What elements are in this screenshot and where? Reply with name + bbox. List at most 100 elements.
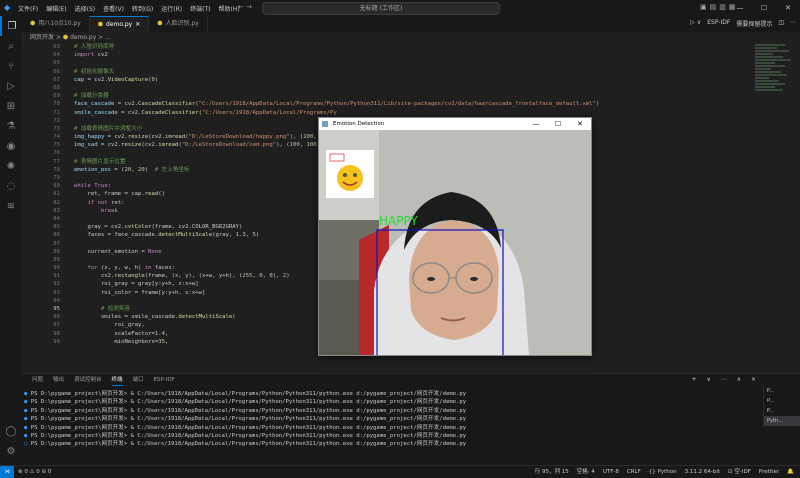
language-mode[interactable]: {} Python: [649, 466, 677, 478]
code-line[interactable]: 63 # 人脸识别库导: [22, 43, 762, 51]
line-number: 68: [53, 84, 60, 91]
code-text: import cv2: [74, 51, 108, 59]
code-token: faces:: [151, 265, 176, 272]
code-line[interactable]: 67 cap = cv2.VideoCapture(0): [22, 76, 762, 84]
tab-file-3[interactable]: ⬢ 人脸识别.py: [149, 16, 208, 32]
code-token: (cv2.: [148, 134, 165, 141]
panel-tab[interactable]: 输出: [53, 374, 64, 386]
maximize-icon[interactable]: ☐: [752, 0, 776, 16]
bottom-panel: 问题 输出 调试控制台 终端 端口 ESP-IDF + ∨ ⋯ ∧ × ● PS D:\p…: [22, 373, 800, 466]
panel-toolbar[interactable]: + ∨ ⋯ ∧ ×: [692, 376, 760, 383]
cv-close-icon[interactable]: ✕: [569, 118, 591, 130]
code-token: read: [144, 191, 159, 198]
line-number: 65: [53, 60, 60, 67]
menu-item[interactable]: 查看(V): [103, 6, 124, 13]
terminal-instance[interactable]: P...: [764, 386, 800, 396]
panel-tab[interactable]: 终端: [111, 374, 123, 386]
espidf-icon[interactable]: ✺: [0, 156, 22, 176]
source-control-icon[interactable]: ⑂: [0, 56, 22, 76]
settings-gear-icon[interactable]: ⚙: [0, 441, 22, 461]
panel-tab[interactable]: ESP-IDF: [154, 374, 175, 386]
esp-idf-status[interactable]: ⊡ 空-IDF: [728, 466, 751, 478]
line-ending[interactable]: CRLF: [627, 466, 641, 478]
code-token: ,: [245, 232, 253, 239]
terminal-instance[interactable]: Pyth...: [764, 416, 800, 426]
cursor-position[interactable]: 行 95，列 15: [535, 466, 569, 478]
code-token: roi_gray = gray[y:y+h, x:x+w]: [74, 281, 199, 288]
menu-item[interactable]: 文件(F): [18, 6, 38, 13]
extensions-icon[interactable]: ⊞: [0, 96, 22, 116]
cv-window-titlebar[interactable]: Emotion Detection — ☐ ✕: [319, 118, 591, 130]
cv-maximize-icon[interactable]: ☐: [547, 118, 569, 130]
minimize-icon[interactable]: —: [728, 0, 752, 16]
line-number: 94: [53, 297, 60, 304]
more-icon[interactable]: ⋯: [790, 19, 796, 28]
code-text: break: [74, 207, 118, 215]
search-icon[interactable]: ⌕: [0, 36, 22, 56]
close-tab-icon[interactable]: ✕: [135, 17, 140, 33]
cv-minimize-icon[interactable]: —: [525, 118, 547, 130]
panel-tab[interactable]: 问题: [32, 374, 43, 386]
code-token: # 左上角坐标: [154, 166, 190, 173]
code-line[interactable]: 71 smile_cascade = cv2.CascadeClassifier(…: [22, 109, 762, 117]
panel-tab[interactable]: 端口: [133, 374, 144, 386]
problems-counter[interactable]: ⊗ 0 ⚠ 0 ⊘ 0: [18, 466, 51, 478]
code-line[interactable]: 68: [22, 84, 762, 92]
nav-arrows-icon[interactable]: ← →: [238, 3, 252, 11]
menu-item[interactable]: 转到(G): [132, 6, 153, 13]
code-line[interactable]: 64 import cv2: [22, 51, 762, 59]
code-line[interactable]: 65: [22, 59, 762, 67]
breadcrumb-file[interactable]: demo.py: [70, 34, 96, 41]
command-center-search[interactable]: 无标题 (工作区): [262, 2, 500, 15]
menu-item[interactable]: 帮助(H): [218, 6, 239, 13]
remote-indicator-icon[interactable]: ⋊: [0, 466, 14, 478]
code-token: ,: [313, 134, 317, 141]
tab-demo[interactable]: ⬢ demo.py ✕: [89, 16, 150, 33]
testing-icon[interactable]: ⚗: [0, 116, 22, 136]
command-status-icon: ●: [24, 399, 31, 406]
run-icon[interactable]: ▷ ∨: [690, 19, 701, 28]
terminal-list: P... P... P... Pyth...: [763, 386, 800, 426]
account-icon[interactable]: ◯: [0, 421, 22, 441]
remote-icon[interactable]: ◉: [0, 136, 22, 156]
cv-window-icon: [322, 121, 328, 127]
indentation[interactable]: 空格: 4: [577, 466, 595, 478]
edge-icon[interactable]: ◌: [0, 176, 22, 196]
code-token: = cv2.: [84, 76, 108, 83]
code-line[interactable]: 70 face_cascade = cv2.CascadeClassifier("…: [22, 100, 762, 108]
breadcrumb: 网页开发 > ⬢ demo.py > ...: [22, 32, 800, 43]
panel-tab[interactable]: 调试控制台: [74, 374, 102, 386]
menu-item[interactable]: 选择(S): [75, 6, 96, 13]
menu-item[interactable]: 运行(R): [161, 6, 182, 13]
terminal-output[interactable]: ● PS D:\pygame_project\网页开发> & C:/Users/…: [24, 390, 764, 449]
breadcrumb-folder[interactable]: 网页开发: [30, 34, 54, 41]
close-icon[interactable]: ✕: [776, 0, 800, 16]
code-line[interactable]: 69 # 加载分类器: [22, 92, 762, 100]
emotion-detection-window[interactable]: Emotion Detection — ☐ ✕ HAPPY: [318, 117, 592, 356]
breadcrumb-more[interactable]: > ...: [98, 34, 111, 41]
python-interpreter[interactable]: 3.11.2 64-bit: [685, 466, 720, 478]
terminal-instance[interactable]: P...: [764, 396, 800, 406]
vscode-logo-icon: ◆: [4, 3, 11, 12]
code-text: ret, frame = cap.read(): [74, 190, 165, 198]
tab-label: 用八10点10.py: [38, 20, 81, 27]
explorer-icon[interactable]: ❐: [0, 16, 22, 36]
prettier-status[interactable]: Prettier: [759, 466, 779, 478]
minimap[interactable]: [755, 43, 793, 143]
menu-item[interactable]: 编辑(E): [46, 6, 66, 13]
terminal-instance[interactable]: P...: [764, 406, 800, 416]
split-editor-icon[interactable]: ◫: [778, 19, 784, 28]
code-token: in: [144, 265, 152, 272]
esp-idf-button[interactable]: ESP-IDF: [707, 19, 730, 28]
docker-icon[interactable]: ≋: [0, 196, 22, 216]
code-text: cap = cv2.VideoCapture(0): [74, 76, 158, 84]
tab-file-1[interactable]: ⬢ 用八10点10.py: [22, 16, 90, 32]
line-number: 90: [53, 265, 60, 272]
code-token: 255: [242, 273, 253, 280]
code-text: smiles = smile_cascade.detectMultiScale(: [74, 313, 236, 321]
menu-item[interactable]: 终端(T): [190, 6, 210, 13]
run-debug-icon[interactable]: ▷: [0, 76, 22, 96]
notifications-bell-icon[interactable]: 🔔: [787, 466, 794, 478]
code-line[interactable]: 66 # 初始化摄像头: [22, 68, 762, 76]
encoding[interactable]: UTF-8: [603, 466, 619, 478]
